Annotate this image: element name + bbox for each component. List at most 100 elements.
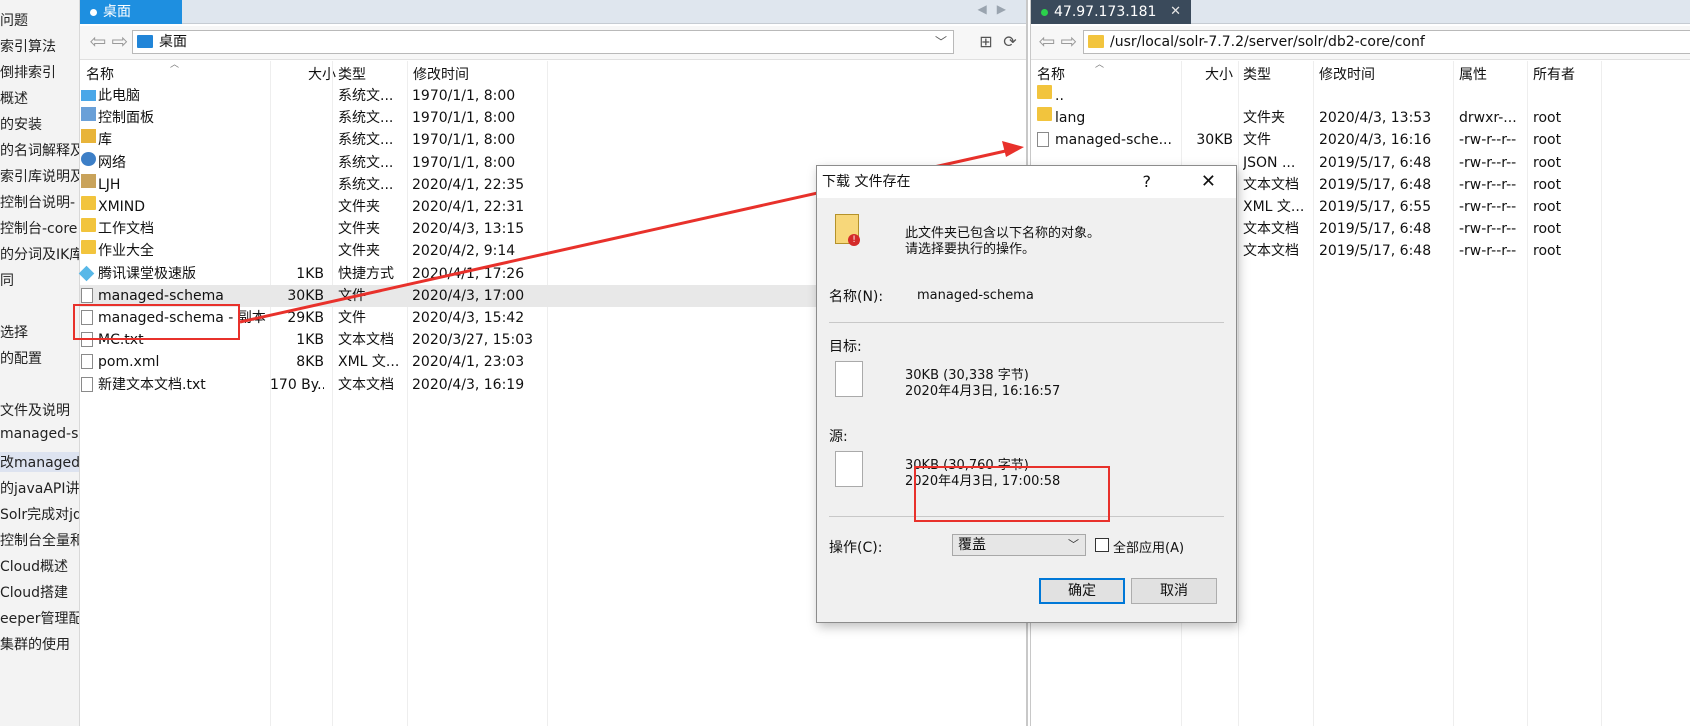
sidebar-item[interactable]: 索引库说明及 [0, 166, 79, 186]
ok-button[interactable]: 确定 [1039, 578, 1125, 604]
sidebar-item[interactable]: 的安装 [0, 114, 42, 134]
file-modified: 2019/5/17, 6:55 [1319, 199, 1432, 215]
column-attributes[interactable]: 属性 [1459, 64, 1487, 84]
file-size: 170 By... [270, 376, 324, 393]
column-type[interactable]: 类型 [338, 64, 366, 84]
help-icon[interactable]: ? [1143, 166, 1152, 198]
sidebar-item[interactable]: 控制台全量和 [0, 530, 79, 550]
back-arrow-icon[interactable]: ⇦ [88, 31, 108, 52]
column-modified[interactable]: 修改时间 [1319, 64, 1375, 84]
sidebar-item[interactable]: 文件及说明 [0, 400, 70, 420]
sidebar-item[interactable]: Cloud概述 [0, 556, 68, 576]
file-size: 29KB [287, 310, 324, 326]
folder-icon [81, 196, 96, 210]
sidebar-item[interactable]: 的名词解释及 [0, 140, 79, 160]
file-name: LJH [98, 176, 121, 193]
dialog-message-line2: 请选择要执行的操作。 [905, 242, 1036, 257]
file-name: 作业大全 [98, 243, 154, 260]
sidebar-item[interactable]: Solr完成对jd [0, 504, 79, 524]
sidebar-item[interactable]: 同 [0, 270, 14, 290]
article-sidebar: 问题 索引算法 倒排索引 概述 的安装 的名词解释及 索引库说明及 控制台说明-… [0, 0, 80, 726]
sidebar-item[interactable]: 集群的使用 [0, 634, 70, 654]
sidebar-item[interactable]: 倒排索引 [0, 62, 56, 82]
sidebar-item[interactable]: Cloud搭建 [0, 582, 68, 602]
action-select[interactable]: 覆盖 ﹀ [952, 534, 1086, 556]
column-name[interactable]: 名称 [1037, 64, 1065, 84]
file-name: managed-sche... [1055, 132, 1172, 149]
file-type: 文本文档 [1243, 176, 1299, 193]
file-owner: root [1533, 176, 1562, 193]
column-owner[interactable]: 所有者 [1533, 64, 1575, 84]
sidebar-item[interactable]: 的分词及IK库 [0, 244, 79, 264]
column-name[interactable]: 名称 [86, 64, 114, 84]
apply-all-label[interactable]: 全部应用(A) [1113, 537, 1184, 556]
file-row[interactable]: managed-sche... 30KB 文件 2020/4/3, 16:16 -rw-… [1031, 129, 1690, 151]
sidebar-item[interactable]: 控制台说明- [0, 192, 75, 212]
tab-scroll-arrows[interactable]: ◀▶ [978, 2, 1016, 16]
local-path-input[interactable]: 桌面 ﹀ [132, 30, 954, 54]
tab-remote-server[interactable]: 47.97.173.181 ✕ [1031, 0, 1191, 24]
sidebar-item[interactable]: 的javaAPI讲解 [0, 478, 79, 498]
file-modified: 2020/4/2, 9:14 [412, 243, 516, 260]
close-icon[interactable]: ✕ [1170, 0, 1181, 24]
file-name: 控制面板 [98, 110, 154, 127]
remote-column-header: 名称 ︿ 大小 类型 修改时间 属性 所有者 [1031, 60, 1690, 85]
file-icon [81, 287, 93, 303]
file-type: 系统文... [338, 110, 394, 127]
column-type[interactable]: 类型 [1243, 64, 1271, 84]
remote-path-text: /usr/local/solr-7.7.2/server/solr/db2-co… [1110, 34, 1425, 50]
cancel-button[interactable]: 取消 [1131, 578, 1217, 604]
file-row[interactable]: 此电脑 系统文... 1970/1/1, 8:00 [80, 85, 1026, 107]
sidebar-item[interactable]: eeper管理配 [0, 608, 79, 628]
file-modified: 2020/3/27, 15:03 [412, 332, 534, 349]
action-select-value: 覆盖 [958, 537, 986, 553]
refresh-icon[interactable]: ⟳ [1000, 33, 1020, 51]
sidebar-item[interactable]: 问题 [0, 10, 28, 30]
file-row[interactable]: 控制面板 系统文... 1970/1/1, 8:00 [80, 107, 1026, 129]
sidebar-item[interactable]: 选择 [0, 322, 28, 342]
sidebar-item[interactable]: 概述 [0, 88, 28, 108]
target-date: 2020年4月3日, 16:16:57 [905, 384, 1061, 399]
name-value: managed-schema [917, 288, 1034, 303]
back-arrow-icon[interactable]: ⇦ [1037, 31, 1057, 52]
screen: 问题 索引算法 倒排索引 概述 的安装 的名词解释及 索引库说明及 控制台说明-… [0, 0, 1690, 726]
file-row[interactable]: 库 系统文... 1970/1/1, 8:00 [80, 129, 1026, 151]
file-type: JSON ... [1243, 154, 1296, 171]
file-row[interactable]: lang 文件夹 2020/4/3, 13:53 drwxr-... root [1031, 107, 1690, 129]
folder-icon [1088, 35, 1104, 48]
file-owner: root [1533, 132, 1562, 149]
close-icon[interactable]: ✕ [1201, 166, 1216, 198]
sidebar-item[interactable]: 索引算法 [0, 36, 56, 56]
file-modified: 2019/5/17, 6:48 [1319, 221, 1432, 238]
sidebar-item[interactable]: 控制台-core [0, 218, 77, 238]
remote-path-input[interactable]: /usr/local/solr-7.7.2/server/solr/db2-co… [1083, 30, 1690, 54]
apply-all-checkbox[interactable] [1095, 538, 1109, 552]
local-address-bar: ⇦ ⇨ 桌面 ﹀ ⊞ ⟳ [80, 26, 1026, 60]
column-modified[interactable]: 修改时间 [413, 64, 469, 84]
column-size[interactable]: 大小 [1205, 64, 1233, 84]
tab-local-desktop[interactable]: 桌面 [80, 0, 182, 24]
chevron-down-icon[interactable]: ﹀ [935, 31, 947, 53]
computer-icon [81, 90, 96, 101]
file-attributes: -rw-r--r-- [1459, 221, 1517, 238]
file-size: 30KB [287, 287, 324, 304]
file-type: 文件 [1243, 132, 1271, 149]
file-type: 系统文... [338, 88, 394, 104]
forward-arrow-icon[interactable]: ⇨ [110, 31, 130, 52]
file-owner: root [1533, 154, 1562, 171]
file-modified: 1970/1/1, 8:00 [412, 154, 516, 171]
tab-status-dot [90, 8, 97, 16]
file-type: 文件夹 [338, 221, 380, 238]
file-type: 文件夹 [338, 199, 380, 215]
file-exists-dialog: 下载 文件存在 ? ✕ ! 此文件夹已包含以下名称的对象。 请选择要执行的操作。… [816, 165, 1237, 623]
file-type: 文件夹 [1243, 110, 1285, 127]
new-folder-icon[interactable]: ⊞ [976, 33, 996, 51]
sidebar-item[interactable]: managed-sa [0, 426, 79, 442]
file-row[interactable]: .. [1031, 85, 1690, 107]
sidebar-item-active[interactable]: 改managed- [0, 452, 79, 472]
sidebar-item[interactable]: 的配置 [0, 348, 42, 368]
file-type: 文件 [338, 310, 366, 326]
forward-arrow-icon[interactable]: ⇨ [1059, 31, 1079, 52]
file-size: 8KB [296, 354, 324, 371]
file-name: 此电脑 [98, 88, 140, 104]
